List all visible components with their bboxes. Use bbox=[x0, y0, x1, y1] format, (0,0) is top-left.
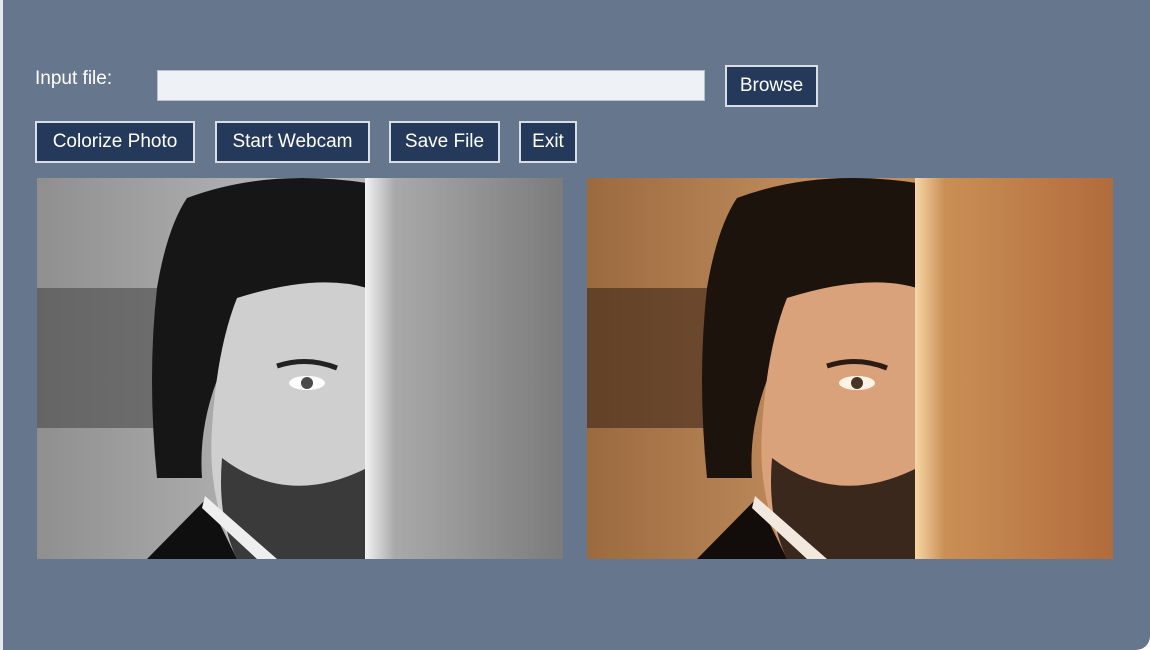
colorize-photo-button[interactable]: Colorize Photo bbox=[35, 121, 195, 163]
exit-button[interactable]: Exit bbox=[519, 121, 577, 163]
save-file-button[interactable]: Save File bbox=[389, 121, 500, 163]
output-image bbox=[587, 178, 1113, 559]
start-webcam-button[interactable]: Start Webcam bbox=[215, 121, 370, 163]
input-file-label: Input file: bbox=[35, 68, 113, 89]
input-file-field[interactable] bbox=[157, 70, 705, 101]
app-window: Input file: Browse Colorize Photo Start … bbox=[0, 0, 1150, 650]
browse-button[interactable]: Browse bbox=[725, 65, 818, 107]
input-image bbox=[37, 178, 563, 559]
